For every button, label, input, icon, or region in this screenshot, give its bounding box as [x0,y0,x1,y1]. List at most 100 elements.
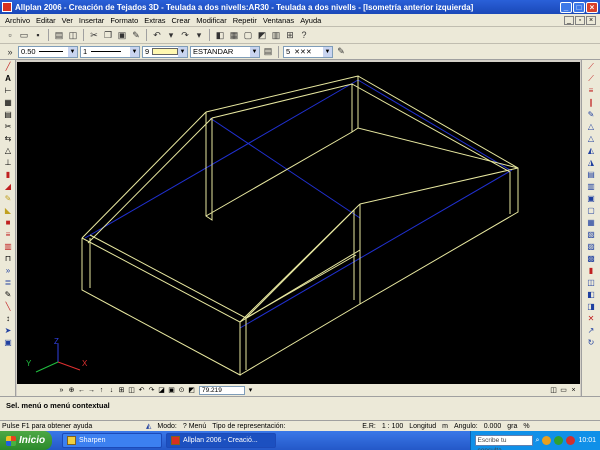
paste-icon[interactable]: ▣ [116,29,128,41]
pan-right-icon[interactable]: → [87,386,96,395]
eaves-icon[interactable]: ▥ [584,181,598,192]
redo-dropdown-icon[interactable]: ▾ [193,29,205,41]
roof-extend-icon[interactable]: ↗ [584,325,598,336]
doc-close-button[interactable]: × [586,15,596,25]
zoom-in-icon[interactable]: ⊞ [117,386,126,395]
properties-icon[interactable]: ▥ [270,29,282,41]
close-button[interactable]: × [586,1,598,13]
clock[interactable]: 10:01 [578,437,596,444]
pan-down-icon[interactable]: ↓ [107,386,116,395]
text-icon[interactable]: A [1,73,15,84]
roof-skin-icon[interactable]: ≡ [584,85,598,96]
dormer-icon[interactable]: ◮ [584,157,598,168]
hidden-line-icon[interactable]: ▣ [167,386,176,395]
menu-ayuda[interactable]: Ayuda [297,16,324,25]
roof-settings-icon[interactable]: ✕ [584,313,598,324]
angle-value[interactable]: 0.000 [484,423,502,430]
roof-rotate-icon[interactable]: ↻ [584,337,598,348]
redo-icon[interactable]: ↷ [179,29,191,41]
zoom-previous-icon[interactable]: ↶ [137,386,146,395]
roof-window-icon[interactable]: ▣ [584,193,598,204]
help-icon[interactable]: ? [298,29,310,41]
grid-icon[interactable]: ▦ [1,97,15,108]
start-button[interactable]: Inicio [0,431,52,450]
chevron-down-icon[interactable]: ▼ [323,46,332,57]
menu-archivo[interactable]: Archivo [2,16,33,25]
roof-plane-icon[interactable]: ⟋ [584,73,598,84]
pattern-picker-icon[interactable]: ✎ [335,46,347,58]
column-tool-icon[interactable]: ▥ [1,241,15,252]
roof-list-icon[interactable]: ▨ [584,241,598,252]
zoom-window-icon[interactable]: ◫ [127,386,136,395]
tile-windows-icon[interactable]: ◫ [549,386,558,395]
toolbar-expand-icon[interactable]: » [4,46,16,58]
view-close-icon[interactable]: × [569,386,578,395]
menu-extras[interactable]: Extras [141,16,168,25]
taskbar-item-allplan[interactable]: Allplan 2006 - Creació... [166,433,276,448]
maximize-button[interactable]: □ [573,1,585,13]
zoom-scale-field[interactable]: 79.219 [199,385,245,395]
undo-icon[interactable]: ↶ [151,29,163,41]
scissors-tool-icon[interactable]: ✂ [1,121,15,132]
solid-tool-icon[interactable]: ■ [1,217,15,228]
stair-tool-icon[interactable]: ≡ [1,229,15,240]
expand-tools-icon[interactable]: » [1,265,15,276]
line-type-select[interactable]: 1 ▼ [80,45,140,58]
fill-tool-icon[interactable]: ◣ [1,205,15,216]
view-3d-icon[interactable]: ◪ [157,386,166,395]
beam-tool-icon[interactable]: ⊓ [1,253,15,264]
title-bar[interactable]: Allplan 2006 - Creación de Tejados 3D - … [0,0,600,14]
chevron-down-icon[interactable]: ▼ [68,46,77,57]
measure-icon[interactable]: ⊞ [284,29,296,41]
view-tool-icon[interactable]: ▣ [1,337,15,348]
taskbar-item-sharpen[interactable]: Sharpen [62,433,162,448]
pen-thickness-select[interactable]: 0.50 ▼ [18,45,78,58]
triangle-tool-icon[interactable]: △ [1,145,15,156]
mode-value[interactable]: ? Menú [183,423,206,430]
zoom-scale-dropdown-icon[interactable]: ▾ [246,386,255,395]
offset-icon[interactable]: ⇆ [1,133,15,144]
allplan-app-icon[interactable] [2,2,12,12]
roof-modify-icon[interactable]: ▩ [584,253,598,264]
line-color-select[interactable]: 9 ▼ [142,45,188,58]
chevron-down-icon[interactable]: ▼ [178,46,187,57]
roof-trim-icon[interactable]: ◫ [584,277,598,288]
undo-dropdown-icon[interactable]: ▾ [165,29,177,41]
brush-tool-icon[interactable]: ✎ [1,193,15,204]
scale-value[interactable]: 1 : 100 [382,423,403,430]
angle-unit[interactable]: gra [507,423,517,430]
search-icon[interactable]: ⌕ [536,437,540,445]
roof-opening-icon[interactable]: ▢ [584,205,598,216]
select-icon[interactable]: ▢ [242,29,254,41]
menu-insertar[interactable]: Insertar [76,16,107,25]
pan-left-icon[interactable]: ← [77,386,86,395]
roof-edge-icon[interactable]: ⟋ [584,61,598,72]
menu-formato[interactable]: Formato [107,16,141,25]
draw-line-icon[interactable]: ╱ [1,61,15,72]
copy-icon[interactable]: ❐ [102,29,114,41]
chevron-down-icon[interactable]: ▼ [250,46,259,57]
length-unit[interactable]: m [442,423,448,430]
3d-viewport[interactable]: Z X Y [17,62,580,384]
rafter-icon[interactable]: ∥ [584,97,598,108]
zoom-realtime-icon[interactable]: ⊙ [177,386,186,395]
view-restore-icon[interactable]: ▭ [559,386,568,395]
doc-restore-button[interactable]: ▫ [575,15,585,25]
pointer-icon[interactable]: ➤ [1,325,15,336]
dimension-icon[interactable]: ⊢ [1,85,15,96]
doc-minimize-button[interactable]: _ [564,15,574,25]
save-icon[interactable]: ▪ [32,29,44,41]
minimize-button[interactable]: _ [560,1,572,13]
roof-split-icon[interactable]: ◧ [584,289,598,300]
purlin-icon[interactable]: ✎ [584,109,598,120]
menu-crear[interactable]: Crear [169,16,194,25]
hatch-pattern-select[interactable]: 5 ✕✕✕ ▼ [283,45,333,58]
layer-tool-icon[interactable]: ▤ [1,109,15,120]
layer-select[interactable]: ESTANDAR ▼ [190,45,260,58]
new-file-icon[interactable]: ▫ [4,29,16,41]
hip-icon[interactable]: △ [584,133,598,144]
filter-icon[interactable]: ◩ [256,29,268,41]
zoom-extents-icon[interactable]: ◩ [187,386,196,395]
print-icon[interactable]: ▤ [53,29,65,41]
wall-tool-icon[interactable]: ▮ [1,169,15,180]
